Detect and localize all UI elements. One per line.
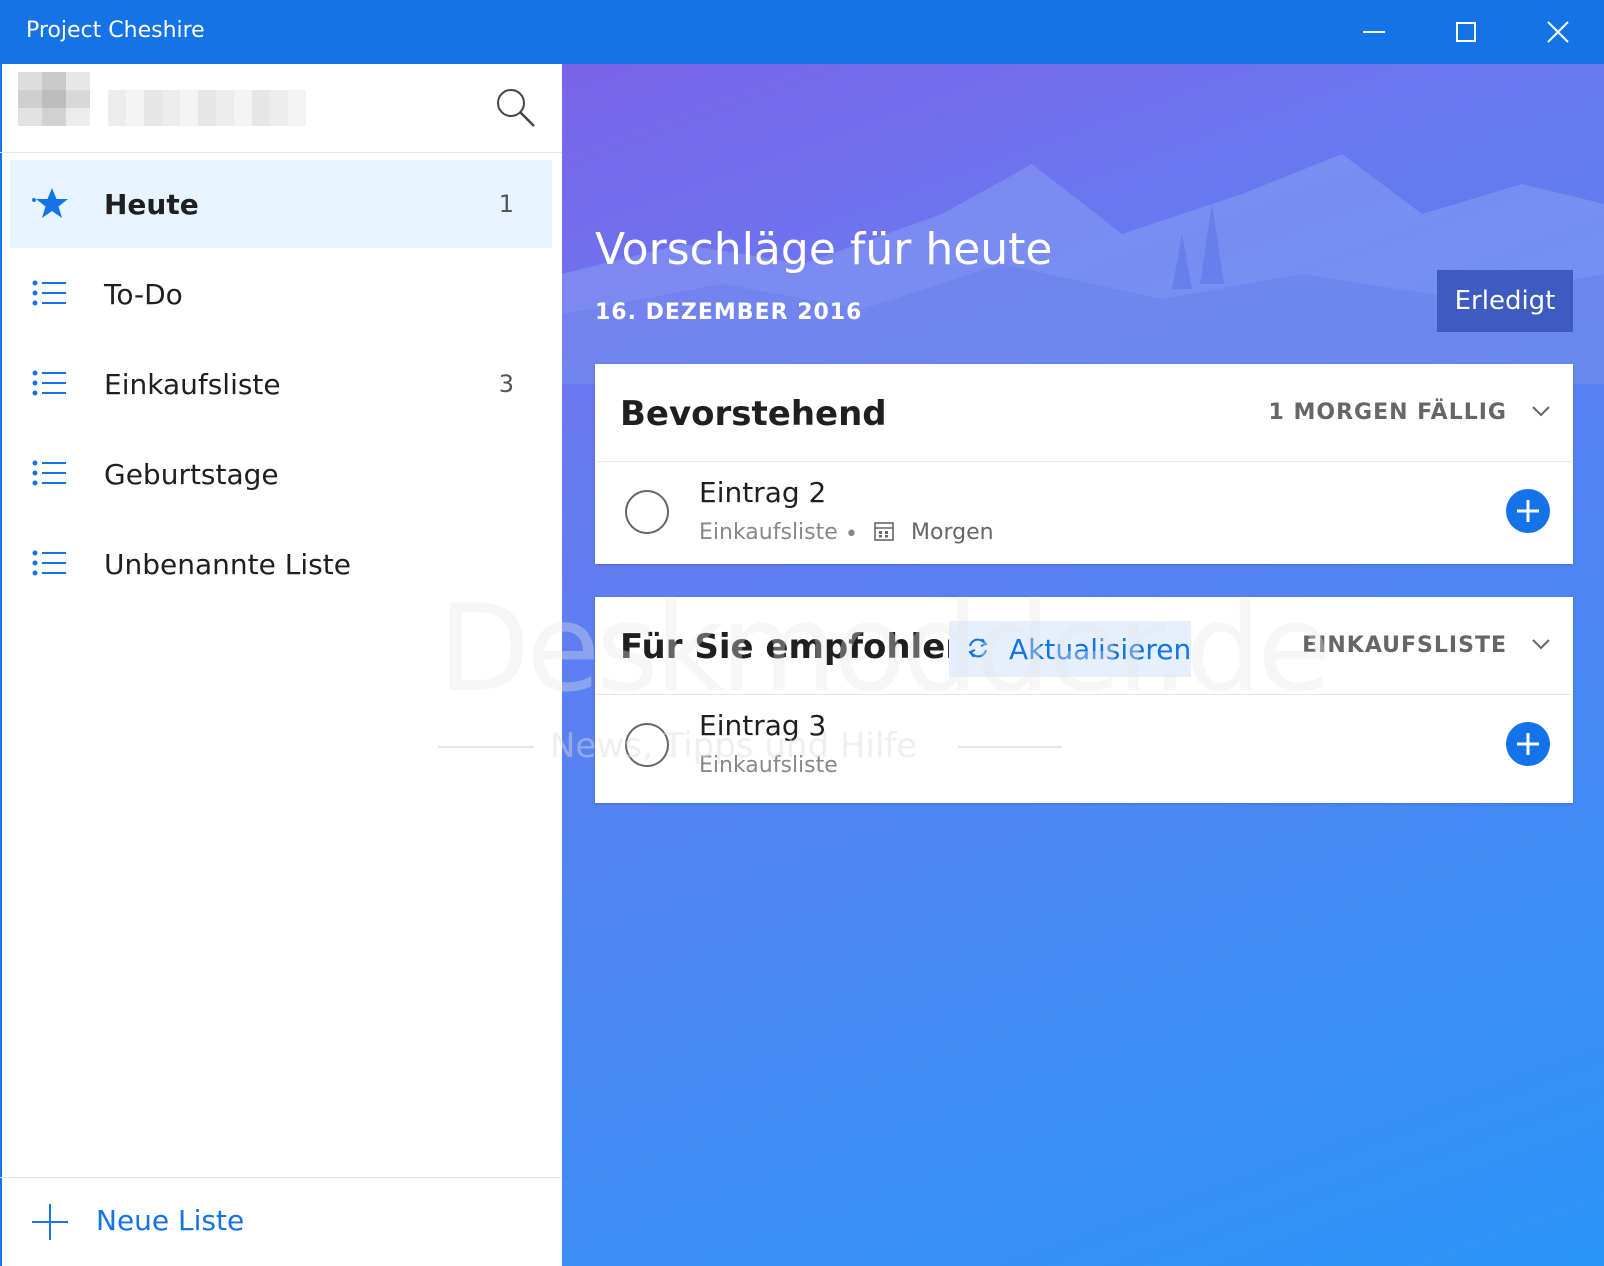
item-count: 1 [498, 190, 514, 218]
task-due-date: Morgen [911, 520, 994, 545]
search-button[interactable] [494, 86, 538, 130]
avatar [18, 72, 90, 126]
sidebar-item-label: Einkaufsliste [104, 368, 281, 401]
sidebar-item-label: Heute [104, 188, 199, 221]
sidebar-item-unbenannte-liste[interactable]: Unbenannte Liste [10, 520, 552, 608]
task-item[interactable]: Eintrag 3 Einkaufsliste [595, 695, 1573, 795]
task-title: Eintrag 2 [699, 476, 827, 509]
sidebar-item-geburtstage[interactable]: Geburtstage [10, 430, 552, 518]
upcoming-header[interactable]: Bevorstehend 1 MORGEN FÄLLIG [595, 364, 1573, 462]
sidebar-item-einkaufsliste[interactable]: Einkaufsliste 3 [10, 340, 552, 428]
list-icon [32, 280, 66, 306]
maximize-icon [1456, 22, 1476, 42]
task-list-name: Einkaufsliste [699, 753, 838, 778]
card-heading: Bevorstehend [620, 394, 887, 434]
close-icon [1547, 21, 1569, 43]
task-item[interactable]: Eintrag 2 Einkaufsliste • Morgen [595, 462, 1573, 562]
username-redacted [108, 90, 306, 126]
sidebar-item-label: To-Do [104, 278, 183, 311]
page-date: 16. DEZEMBER 2016 [595, 300, 863, 325]
task-list-name: Einkaufsliste [699, 520, 838, 545]
add-to-today-button[interactable] [1505, 721, 1551, 767]
add-to-today-button[interactable] [1505, 488, 1551, 534]
sidebar-item-label: Geburtstage [104, 458, 279, 491]
refresh-label: Aktualisieren [1009, 633, 1192, 666]
complete-checkbox[interactable] [625, 723, 669, 767]
user-profile[interactable] [0, 64, 562, 153]
chevron-down-icon[interactable] [1531, 637, 1551, 651]
refresh-button[interactable]: Aktualisieren [949, 621, 1191, 677]
list-filter[interactable]: EINKAUFSLISTE [1302, 633, 1507, 658]
task-title: Eintrag 3 [699, 709, 827, 742]
star-icon [32, 188, 68, 218]
maximize-button[interactable] [1420, 0, 1512, 64]
app-window: Project Cheshire Heute 1 To-Do Einkaufsl… [0, 0, 1604, 1266]
list-icon [32, 460, 66, 486]
minimize-button[interactable] [1328, 0, 1420, 64]
sidebar-item-to-do[interactable]: To-Do [10, 250, 552, 338]
due-summary: 1 MORGEN FÄLLIG [1268, 400, 1507, 425]
upcoming-card: Bevorstehend 1 MORGEN FÄLLIG Eintrag 2 E… [595, 364, 1573, 564]
sidebar: Heute 1 To-Do Einkaufsliste 3 Geburtstag… [0, 64, 563, 1266]
refresh-icon [968, 638, 988, 658]
plus-icon [32, 1204, 68, 1240]
meta-separator: • [845, 522, 858, 547]
search-icon [497, 89, 535, 127]
sidebar-item-heute[interactable]: Heute 1 [10, 160, 552, 248]
new-list-button[interactable]: Neue Liste [0, 1177, 562, 1266]
calendar-icon [874, 522, 894, 541]
sidebar-item-label: Unbenannte Liste [104, 548, 351, 581]
done-button[interactable]: Erledigt [1437, 270, 1573, 332]
main-panel: Vorschläge für heute 16. DEZEMBER 2016 E… [562, 64, 1604, 1266]
title-bar: Project Cheshire [0, 0, 1604, 64]
new-list-label: Neue Liste [96, 1204, 245, 1237]
list-icon [32, 370, 66, 396]
page-title: Vorschläge für heute [595, 224, 1053, 275]
card-heading: Für Sie empfohlen [620, 627, 970, 667]
list-navigation: Heute 1 To-Do Einkaufsliste 3 Geburtstag… [0, 160, 562, 610]
list-icon [32, 550, 66, 576]
chevron-down-icon[interactable] [1531, 404, 1551, 418]
complete-checkbox[interactable] [625, 490, 669, 534]
minimize-icon [1363, 31, 1385, 33]
recommended-header: Für Sie empfohlen Aktualisieren EINKAUFS… [595, 597, 1573, 695]
window-title: Project Cheshire [26, 18, 205, 43]
recommended-card: Für Sie empfohlen Aktualisieren EINKAUFS… [595, 597, 1573, 803]
close-button[interactable] [1512, 0, 1604, 64]
item-count: 3 [498, 370, 514, 398]
